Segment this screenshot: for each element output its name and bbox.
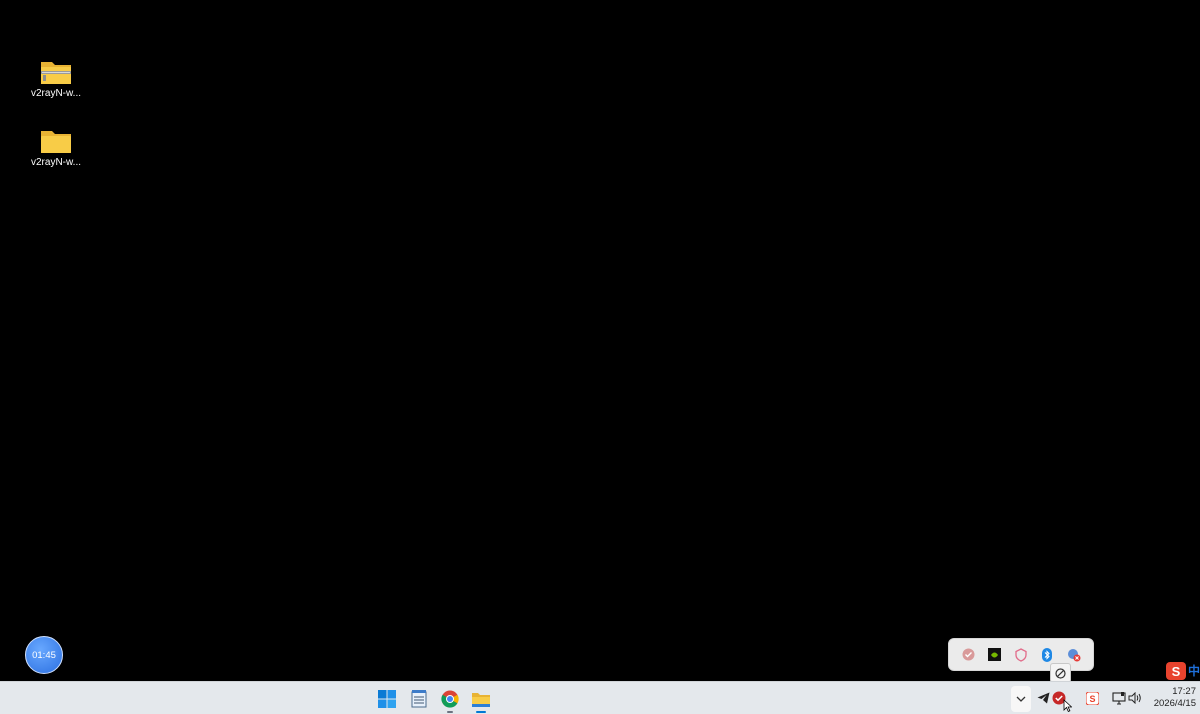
- clock-date: 2026/4/15: [1153, 698, 1196, 709]
- mouse-cursor-icon: [1063, 699, 1072, 713]
- desktop-icon-v2rayn-zip[interactable]: v2rayN-w...: [21, 58, 91, 99]
- timer-widget[interactable]: 01:45: [25, 636, 63, 674]
- tray-overflow-panel: [948, 638, 1094, 671]
- show-hidden-icons-button[interactable]: [1011, 686, 1031, 712]
- sogou-icon: S: [1166, 661, 1186, 680]
- volume-icon[interactable]: [1127, 690, 1143, 706]
- chrome-app[interactable]: [437, 687, 463, 713]
- app-disconnected-icon[interactable]: [1067, 648, 1081, 662]
- nvidia-icon[interactable]: [988, 648, 1002, 662]
- telegram-icon[interactable]: [1035, 690, 1051, 706]
- svg-text:S: S: [1089, 694, 1095, 704]
- chevron-down-icon: [1016, 696, 1026, 702]
- bluetooth-icon[interactable]: [1040, 647, 1054, 662]
- windows-start-icon: [378, 690, 396, 708]
- taskbar: S 17:27 2026/4/15: [0, 681, 1200, 714]
- taskbar-clock[interactable]: 17:27 2026/4/15: [1146, 686, 1196, 710]
- start-button[interactable]: [374, 687, 400, 711]
- file-explorer-icon: [472, 693, 490, 707]
- v2rayn-icon[interactable]: [961, 648, 975, 662]
- sogou-tray-icon[interactable]: S: [1084, 690, 1100, 706]
- folder-icon: [41, 131, 71, 153]
- timer-text: 01:45: [32, 649, 56, 661]
- zip-folder-icon: [41, 62, 71, 84]
- clock-time: 17:27: [1172, 686, 1196, 697]
- file-explorer-app[interactable]: [468, 687, 494, 713]
- running-indicator: [476, 711, 486, 713]
- no-drop-icon: [1050, 663, 1071, 683]
- chrome-icon: [441, 690, 459, 708]
- network-icon[interactable]: [1111, 690, 1127, 706]
- ime-indicator[interactable]: S 中: [1165, 660, 1200, 681]
- desktop-icon-label: v2rayN-w...: [30, 88, 81, 99]
- notepad-app[interactable]: [406, 687, 432, 711]
- desktop-icon-label: v2rayN-w...: [30, 157, 81, 168]
- desktop-icon-v2rayn-folder[interactable]: v2rayN-w...: [21, 127, 91, 168]
- running-indicator: [447, 711, 453, 713]
- notepad-icon: [411, 690, 427, 708]
- svg-text:S: S: [1172, 664, 1181, 679]
- ime-label: 中: [1188, 664, 1200, 678]
- security-icon[interactable]: [1014, 647, 1028, 662]
